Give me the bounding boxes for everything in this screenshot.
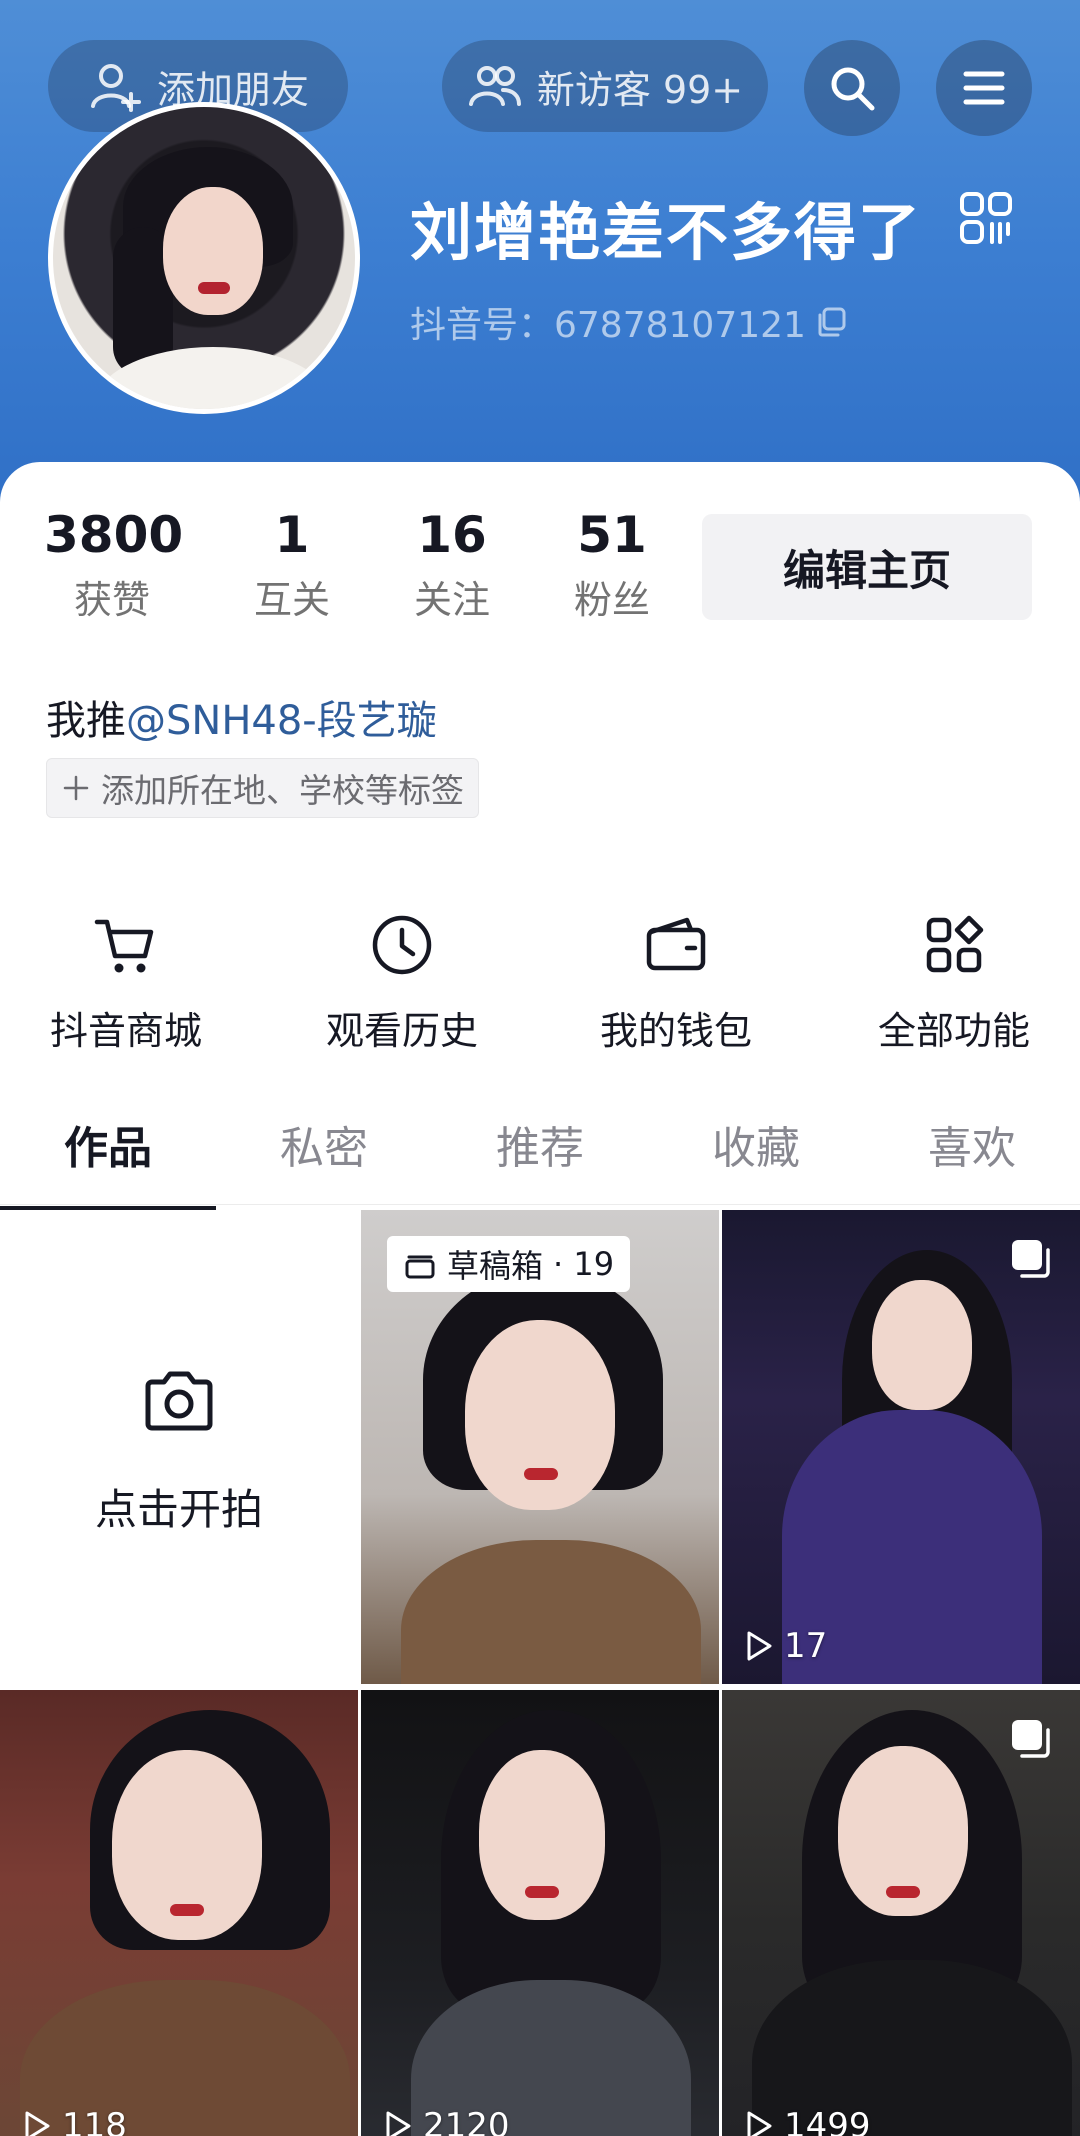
wallet-icon (646, 917, 706, 971)
quick-action-wallet-label: 我的钱包 (599, 1009, 752, 1053)
play-count-value: 2120 (423, 2106, 510, 2136)
profile-nickname: 刘增艳差不多得了 (410, 196, 923, 269)
video-thumbnail[interactable]: 2120 (361, 1690, 719, 2136)
copy-icon[interactable] (814, 305, 848, 339)
quick-action-all-features[interactable]: 全部功能 (844, 910, 1064, 1055)
content-tabs: 作品 私密 推荐 收藏 喜欢 (0, 1114, 1080, 1212)
new-visitors-label: 新访客 99+ (536, 67, 744, 112)
tab-favorites[interactable]: 收藏 (648, 1114, 864, 1206)
profile-bio: 我推@SNH48-段艺璇 (46, 688, 437, 746)
douyin-id-text: 抖音号：67878107121 (410, 305, 806, 346)
play-count: 17 (740, 1626, 827, 1666)
cart-icon (94, 919, 154, 973)
grid-icon (926, 915, 984, 973)
play-count-value: 1499 (784, 2106, 871, 2136)
add-user-icon (90, 64, 141, 112)
tabs-divider (0, 1204, 1080, 1205)
quick-action-mall[interactable]: 抖音商城 (16, 910, 236, 1055)
tab-private[interactable]: 私密 (216, 1114, 432, 1206)
video-thumbnail[interactable]: 17 (722, 1210, 1080, 1684)
play-count: 2120 (379, 2106, 510, 2136)
quick-action-history[interactable]: 观看历史 (292, 910, 512, 1055)
play-icon (747, 1631, 772, 1661)
stat-following-label: 关注 (413, 578, 490, 622)
profile-avatar[interactable] (48, 102, 360, 414)
search-button[interactable] (804, 40, 900, 136)
qr-code-icon[interactable] (958, 190, 1014, 246)
tab-liked[interactable]: 喜欢 (864, 1114, 1080, 1206)
search-icon (831, 67, 875, 111)
douyin-id[interactable]: 抖音号：67878107121 (410, 296, 848, 348)
quick-action-mall-label: 抖音商城 (49, 1009, 202, 1053)
bio-mention-link[interactable]: @SNH48-段艺璇 (126, 698, 437, 744)
stat-mutual-value: 1 (274, 506, 310, 564)
play-count-value: 118 (62, 2106, 127, 2136)
multi-image-icon (1012, 1240, 1050, 1278)
stat-mutual-label: 互关 (253, 578, 330, 622)
new-visitors-button[interactable]: 新访客 99+ (442, 40, 768, 132)
video-thumbnail[interactable]: 1499 (722, 1690, 1080, 2136)
clock-icon (372, 915, 432, 975)
tab-recommended[interactable]: 推荐 (432, 1114, 648, 1206)
drafts-count: · 19 (553, 1245, 615, 1283)
shoot-video-label: 点击开拍 (94, 1485, 263, 1534)
quick-action-wallet[interactable]: 我的钱包 (566, 910, 786, 1055)
bio-prefix: 我推 (46, 698, 126, 744)
video-thumbnail[interactable]: 118 (0, 1690, 358, 2136)
stat-following-value: 16 (417, 506, 487, 564)
play-count: 118 (18, 2106, 127, 2136)
stat-mutual[interactable]: 1 互关 (232, 508, 352, 624)
drafts-badge: 草稿箱 · 19 (387, 1236, 631, 1292)
drafts-label: 草稿箱 (447, 1247, 544, 1285)
tab-works[interactable]: 作品 (0, 1114, 216, 1212)
quick-action-all-features-label: 全部功能 (877, 1009, 1030, 1053)
hamburger-menu-icon (963, 71, 1005, 105)
stat-fans-label: 粉丝 (573, 578, 650, 622)
stat-fans[interactable]: 51 粉丝 (552, 508, 672, 624)
play-count: 1499 (740, 2106, 871, 2136)
add-tag-button[interactable]: 添加所在地、学校等标签 (46, 758, 479, 818)
video-thumbnail-drafts[interactable]: 草稿箱 · 19 (361, 1210, 719, 1684)
play-icon (25, 2111, 50, 2136)
play-icon (386, 2111, 411, 2136)
multi-image-icon (1012, 1720, 1050, 1758)
camera-icon (145, 1371, 213, 1431)
stat-likes-value: 3800 (44, 506, 184, 564)
visitors-icon (468, 66, 521, 106)
stat-likes-label: 获赞 (73, 578, 150, 622)
play-count-value: 17 (784, 1626, 828, 1666)
drafts-box-icon (405, 1255, 435, 1279)
stat-likes[interactable]: 3800 获赞 (44, 506, 184, 624)
shoot-video-tile[interactable]: 点击开拍 (0, 1210, 358, 1684)
menu-button[interactable] (936, 40, 1032, 136)
add-tag-label: 添加所在地、学校等标签 (101, 771, 464, 810)
quick-action-history-label: 观看历史 (325, 1009, 478, 1053)
stat-following[interactable]: 16 关注 (392, 508, 512, 624)
stat-fans-value: 51 (577, 506, 647, 564)
plus-icon (63, 775, 89, 801)
edit-profile-button[interactable]: 编辑主页 (702, 514, 1032, 620)
play-icon (747, 2111, 772, 2136)
